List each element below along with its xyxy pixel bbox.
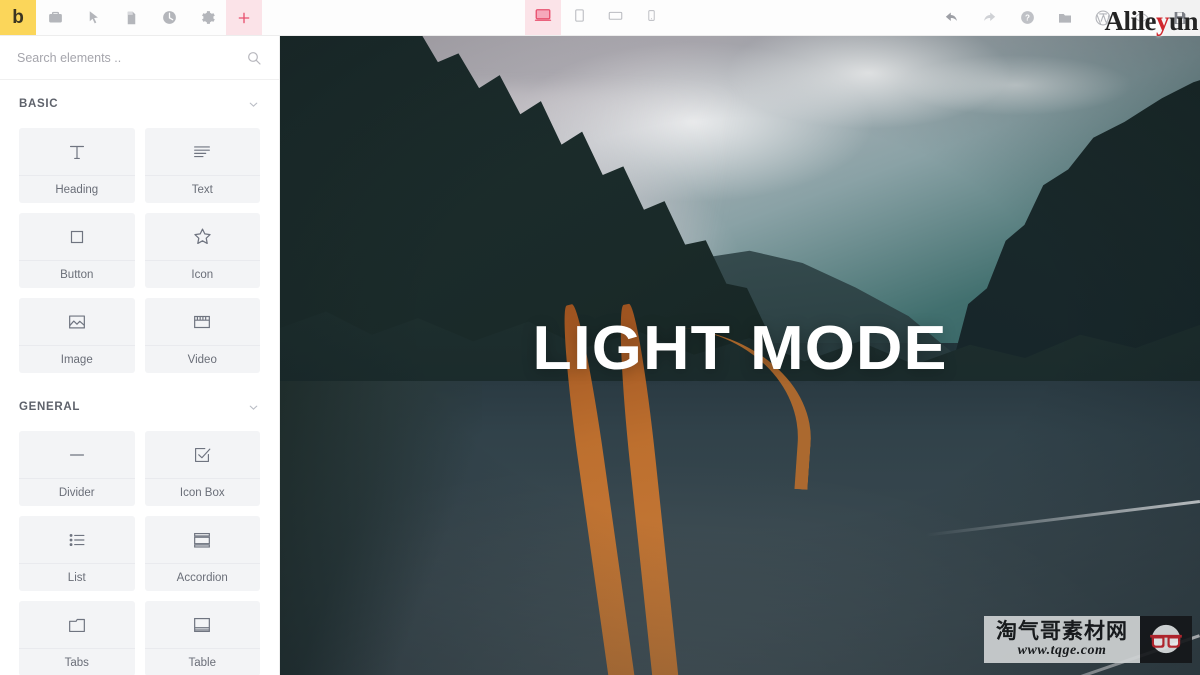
element-tile-image[interactable]: Image <box>19 298 135 373</box>
elements-sidebar: BASIC Heading <box>0 36 280 675</box>
watermark-tqge: 淘气哥素材网 www.tqge.com <box>984 615 1192 663</box>
element-label: Table <box>144 648 260 675</box>
checkbox-icon <box>145 431 261 478</box>
element-tile-text[interactable]: Text <box>144 128 261 203</box>
redo-icon <box>981 9 998 26</box>
watermark-tqge-box: 淘气哥素材网 www.tqge.com <box>984 615 1140 663</box>
star-icon <box>145 213 261 260</box>
brizy-logo-button[interactable]: b <box>0 0 36 35</box>
element-label: Image <box>19 345 135 373</box>
toolbar-spacer-left <box>262 0 525 35</box>
element-tile-divider[interactable]: Divider <box>19 431 135 506</box>
history-button[interactable] <box>150 0 188 35</box>
help-icon: ? <box>1019 9 1036 26</box>
heading-icon <box>19 128 135 175</box>
search-input[interactable] <box>17 50 246 65</box>
mobile-icon <box>645 7 658 29</box>
cursor-button[interactable] <box>74 0 112 35</box>
element-label: Button <box>19 260 135 288</box>
tablet-portrait-icon <box>572 7 587 29</box>
element-tile-table[interactable]: Table <box>144 601 261 675</box>
redo-button[interactable] <box>970 0 1008 35</box>
image-icon <box>19 298 135 345</box>
undo-button[interactable] <box>932 0 970 35</box>
element-label: Text <box>144 175 260 203</box>
watermark-alileyun: Alileyun <box>1104 8 1198 35</box>
logo-letter: b <box>12 7 24 28</box>
device-desktop-button[interactable] <box>525 0 561 35</box>
folder-icon <box>1056 10 1074 26</box>
page-icon <box>124 9 139 27</box>
history-icon <box>161 9 178 26</box>
element-label: List <box>19 563 135 591</box>
element-tile-accordion[interactable]: Accordion <box>144 516 261 591</box>
element-label: Tabs <box>19 648 135 675</box>
section-header-basic[interactable]: BASIC <box>0 80 279 128</box>
section-title-basic: BASIC <box>19 98 59 110</box>
watermark-tqge-chinese: 淘气哥素材网 <box>996 619 1128 643</box>
element-grid-basic: Heading Text Button Icon Image Video <box>0 128 279 383</box>
element-label: Icon Box <box>144 478 260 506</box>
element-label: Accordion <box>144 563 260 591</box>
help-button[interactable]: ? <box>1008 0 1046 35</box>
element-label: Icon <box>144 260 260 288</box>
element-tile-video[interactable]: Video <box>144 298 261 373</box>
folder-tabs-icon <box>19 601 135 648</box>
page-builder-app: b ? Search elements .. BASIC Heading Tex… <box>0 0 1200 675</box>
search-row <box>0 36 279 80</box>
page-button[interactable] <box>112 0 150 35</box>
section-title-general: GENERAL <box>19 401 81 413</box>
svg-text:?: ? <box>1025 14 1030 23</box>
toolbar-spacer-right <box>669 0 932 35</box>
search-icon[interactable] <box>246 50 262 66</box>
element-label: Divider <box>19 478 135 506</box>
element-tile-icon-box[interactable]: Icon Box <box>144 431 261 506</box>
section-header-general[interactable]: GENERAL <box>0 383 279 431</box>
plus-icon <box>236 10 252 26</box>
device-mobile-button[interactable] <box>633 0 669 35</box>
element-tile-heading[interactable]: Heading <box>19 128 135 203</box>
top-toolbar: b ? <box>0 0 1200 36</box>
tablet-landscape-icon <box>606 8 625 28</box>
toolbox-icon <box>47 9 64 26</box>
text-lines-icon <box>145 128 261 175</box>
table-icon <box>145 601 261 648</box>
library-button[interactable] <box>1046 0 1084 35</box>
chevron-down-icon <box>247 98 260 111</box>
watermark-alileyun-text: Alileyun <box>1104 6 1198 36</box>
device-tablet-button[interactable] <box>561 0 597 35</box>
button-square-icon <box>19 213 135 260</box>
gear-icon <box>199 9 216 26</box>
accordion-icon <box>145 516 261 563</box>
toolbox-button[interactable] <box>36 0 74 35</box>
undo-icon <box>943 9 960 26</box>
cursor-icon <box>86 9 101 26</box>
toolbar-left-group <box>36 0 262 35</box>
chevron-down-icon <box>247 401 260 414</box>
element-label: Heading <box>19 175 135 203</box>
bullet-list-icon <box>19 516 135 563</box>
clapperboard-icon <box>145 298 261 345</box>
settings-button[interactable] <box>188 0 226 35</box>
divider-line-icon <box>19 431 135 478</box>
element-tile-button[interactable]: Button <box>19 213 135 288</box>
element-tile-list[interactable]: List <box>19 516 135 591</box>
element-grid-general: Divider Icon Box List Accordion Tabs Tab… <box>0 431 279 675</box>
device-tablet-landscape-button[interactable] <box>597 0 633 35</box>
device-preview-group <box>525 0 669 35</box>
element-tile-tabs[interactable]: Tabs <box>19 601 135 675</box>
page-title[interactable]: LIGHT MODE <box>280 318 1200 380</box>
desktop-icon <box>534 6 552 29</box>
glasses-icon <box>1140 615 1192 663</box>
add-element-button[interactable] <box>226 0 262 35</box>
element-label: Video <box>144 345 260 373</box>
watermark-tqge-url: www.tqge.com <box>1017 643 1107 658</box>
element-tile-icon[interactable]: Icon <box>144 213 261 288</box>
page-canvas[interactable]: LIGHT MODE <box>280 36 1200 675</box>
